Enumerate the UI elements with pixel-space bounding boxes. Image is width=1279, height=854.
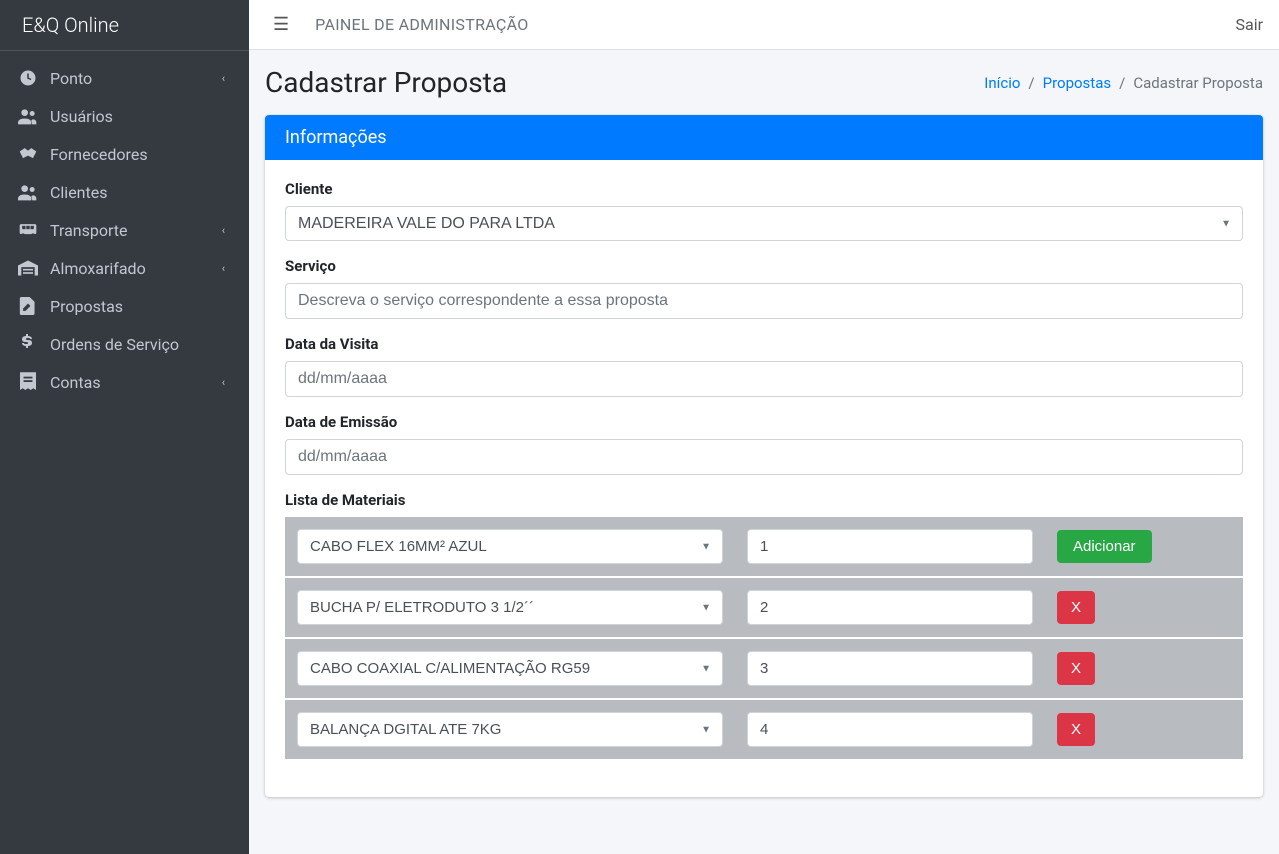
material-select[interactable]: CABO FLEX 16MM² AZUL: [297, 529, 723, 564]
cliente-select[interactable]: MADEREIRA VALE DO PARA LTDA: [285, 206, 1243, 241]
add-material-button[interactable]: Adicionar: [1057, 530, 1152, 563]
chevron-left-icon: ‹: [222, 72, 225, 85]
topbar: ☰ PAINEL DE ADMINISTRAÇÃO Sair: [249, 0, 1279, 50]
remove-material-button[interactable]: X: [1057, 652, 1095, 685]
sidebar-item-propostas[interactable]: Propostas: [8, 287, 241, 325]
material-qty-input[interactable]: [747, 712, 1033, 747]
hamburger-icon[interactable]: ☰: [265, 10, 297, 39]
sidebar: E&Q Online Ponto ‹ Usuários Fornecedores: [0, 0, 249, 854]
material-row: CABO FLEX 16MM² AZUL Adicionar: [285, 517, 1243, 578]
sidebar-item-transporte[interactable]: Transporte ‹: [8, 211, 241, 249]
sidebar-item-almoxarifado[interactable]: Almoxarifado ‹: [8, 249, 241, 287]
material-qty-input[interactable]: [747, 529, 1033, 564]
sidebar-item-fornecedores[interactable]: Fornecedores: [8, 135, 241, 173]
chevron-left-icon: ‹: [222, 262, 225, 275]
breadcrumb-current: Cadastrar Proposta: [1133, 74, 1263, 92]
brand-title: E&Q Online: [0, 0, 249, 51]
invoice-icon: [16, 372, 40, 392]
materiais-label: Lista de Materiais: [285, 491, 1243, 509]
remove-material-button[interactable]: X: [1057, 713, 1095, 746]
chevron-left-icon: ‹: [222, 376, 225, 389]
data-visita-input[interactable]: [285, 361, 1243, 397]
sidebar-item-label: Ponto: [50, 69, 92, 88]
users-icon: [16, 106, 40, 126]
material-row: BALANÇA DGITAL ATE 7KG X: [285, 700, 1243, 761]
data-emissao-label: Data de Emissão: [285, 413, 1243, 431]
sidebar-item-label: Contas: [50, 373, 101, 392]
material-select[interactable]: CABO COAXIAL C/ALIMENTAÇÃO RG59: [297, 651, 723, 686]
material-row: BUCHA P/ ELETRODUTO 3 1/2´´ X: [285, 578, 1243, 639]
sidebar-item-label: Propostas: [50, 297, 123, 316]
sidebar-item-label: Almoxarifado: [50, 259, 146, 278]
sidebar-item-ponto[interactable]: Ponto ‹: [8, 59, 241, 97]
material-qty-input[interactable]: [747, 590, 1033, 625]
sidebar-item-label: Clientes: [50, 183, 108, 202]
chevron-left-icon: ‹: [222, 224, 225, 237]
servico-label: Serviço: [285, 257, 1243, 275]
page-title: Cadastrar Proposta: [265, 66, 507, 99]
handshake-icon: [16, 144, 40, 164]
material-qty-input[interactable]: [747, 651, 1033, 686]
topbar-title: PAINEL DE ADMINISTRAÇÃO: [315, 15, 528, 34]
breadcrumb: Início / Propostas / Cadastrar Proposta: [984, 74, 1263, 92]
users-icon: [16, 182, 40, 202]
clock-icon: [16, 68, 40, 88]
material-select[interactable]: BUCHA P/ ELETRODUTO 3 1/2´´: [297, 590, 723, 625]
cliente-label: Cliente: [285, 180, 1243, 198]
sidebar-item-ordens[interactable]: Ordens de Serviço: [8, 325, 241, 363]
data-emissao-input[interactable]: [285, 439, 1243, 475]
sidebar-item-usuarios[interactable]: Usuários: [8, 97, 241, 135]
breadcrumb-sep: /: [1020, 74, 1042, 92]
dollar-icon: [16, 334, 40, 354]
breadcrumb-proposals[interactable]: Propostas: [1043, 74, 1111, 92]
bus-icon: [16, 220, 40, 240]
breadcrumb-home[interactable]: Início: [984, 74, 1020, 92]
panel-header: Informações: [265, 115, 1263, 160]
material-select[interactable]: BALANÇA DGITAL ATE 7KG: [297, 712, 723, 747]
sidebar-item-label: Ordens de Serviço: [50, 335, 179, 354]
logout-link[interactable]: Sair: [1235, 15, 1263, 34]
servico-input[interactable]: [285, 283, 1243, 319]
material-row: CABO COAXIAL C/ALIMENTAÇÃO RG59 X: [285, 639, 1243, 700]
data-visita-label: Data da Visita: [285, 335, 1243, 353]
sidebar-item-contas[interactable]: Contas ‹: [8, 363, 241, 401]
sidebar-item-label: Transporte: [50, 221, 128, 240]
sidebar-item-clientes[interactable]: Clientes: [8, 173, 241, 211]
sidebar-item-label: Fornecedores: [50, 145, 148, 164]
sidebar-item-label: Usuários: [50, 107, 113, 126]
warehouse-icon: [16, 258, 40, 278]
remove-material-button[interactable]: X: [1057, 591, 1095, 624]
file-signature-icon: [16, 296, 40, 316]
breadcrumb-sep: /: [1111, 74, 1133, 92]
